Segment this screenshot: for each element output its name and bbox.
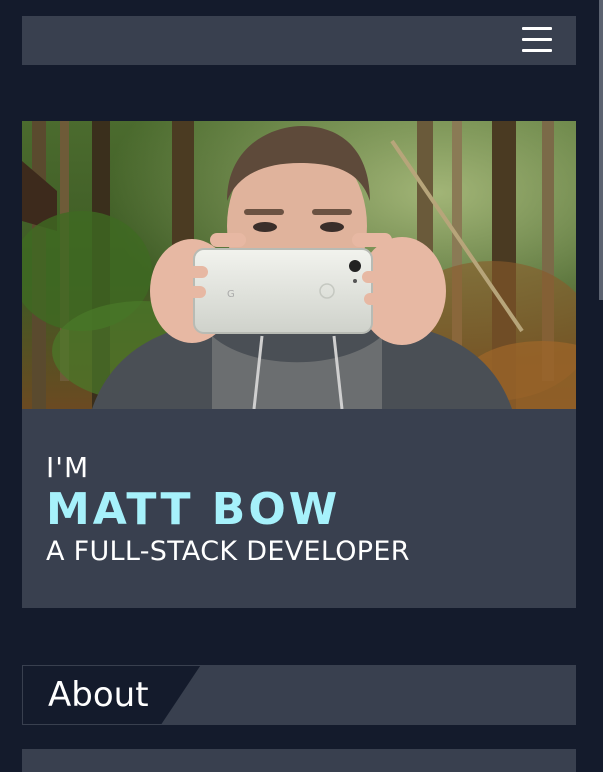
menu-line-icon — [522, 49, 552, 52]
hero-photo: G — [22, 121, 576, 409]
about-content-card — [22, 749, 576, 772]
page: G I'M MATT BOW A FULL-STACK DEVELOPER Ab… — [0, 0, 603, 772]
about-section-header: About — [22, 665, 576, 725]
about-title: About — [48, 675, 149, 715]
hero-card: G I'M MATT BOW A FULL-STACK DEVELOPER — [22, 121, 576, 608]
svg-text:G: G — [227, 289, 235, 300]
top-navigation-bar — [22, 16, 576, 65]
developer-name: MATT BOW — [46, 484, 341, 535]
hero-intro: I'M MATT BOW A FULL-STACK DEVELOPER — [46, 451, 410, 569]
menu-line-icon — [522, 27, 552, 30]
hamburger-menu-icon[interactable] — [522, 27, 552, 52]
hero-photo-illustration: G — [22, 121, 576, 409]
developer-role: A FULL-STACK DEVELOPER — [46, 536, 410, 567]
scrollbar-thumb[interactable] — [599, 0, 603, 300]
intro-text: I'M — [46, 451, 90, 484]
menu-line-icon — [522, 38, 552, 41]
